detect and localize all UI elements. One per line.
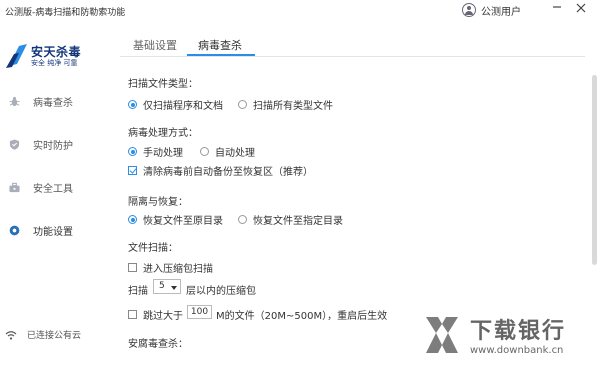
active-tab-indicator: [187, 54, 255, 56]
watermark-logo-icon: [426, 317, 458, 353]
app-logo: 安天杀毒 安全 纯净 可靠: [5, 42, 95, 72]
radio-label: 仅扫描程序和文档: [143, 101, 223, 112]
minimize-button[interactable]: [548, 0, 566, 18]
radio-scan-programs-docs[interactable]: 仅扫描程序和文档: [128, 97, 223, 112]
archive-depth-suffix: 层以内的压缩包: [186, 286, 256, 297]
section-title-next: 安腐毒查杀：: [128, 339, 188, 350]
bug-icon: [9, 96, 20, 106]
cloud-status: 已连接公有云: [5, 328, 81, 341]
radio-restore-specified[interactable]: 恢复文件至指定目录: [238, 212, 343, 227]
user-icon: [462, 3, 476, 17]
sidebar-item-label: 病毒查杀: [33, 97, 73, 109]
user-menu[interactable]: 公测用户: [462, 0, 521, 20]
radio-manual-handling[interactable]: 手动处理: [128, 144, 183, 159]
skip-size-input[interactable]: 100: [187, 305, 212, 319]
close-icon: [576, 3, 586, 13]
checkbox-label: 清除病毒前自动备份至恢复区（推荐）: [143, 167, 313, 178]
scrollbar[interactable]: [592, 75, 597, 265]
sidebar-item-virus-scan[interactable]: 病毒查杀: [0, 91, 100, 111]
tab-virus-scan[interactable]: 病毒查杀: [198, 37, 242, 53]
radio-button[interactable]: [128, 100, 137, 109]
watermark-url: www.downbank.cn: [470, 345, 564, 356]
radio-button[interactable]: [238, 100, 247, 109]
radio-label: 扫描所有类型文件: [253, 101, 333, 112]
sidebar-item-security-tools[interactable]: 安全工具: [0, 177, 100, 197]
radio-label: 手动处理: [143, 148, 183, 159]
logo-icon: [6, 44, 27, 68]
minimize-icon: [553, 6, 561, 8]
sidebar-item-label: 安全工具: [33, 183, 73, 195]
cloud-status-text: 已连接公有云: [27, 331, 82, 341]
radio-button[interactable]: [128, 215, 137, 224]
gear-icon: [9, 225, 20, 235]
radio-scan-all-files[interactable]: 扫描所有类型文件: [238, 97, 333, 112]
skip-size-suffix: M的文件（20M~500M），重启后生效: [216, 311, 388, 322]
sidebar: 安天杀毒 安全 纯净 可靠 病毒查杀 实时防护 安全工具 功能设置: [0, 22, 100, 367]
window-title: 公测版-病毒扫描和防勒索功能: [5, 8, 126, 18]
checkbox-label: 进入压缩包扫描: [143, 264, 213, 275]
radio-button[interactable]: [128, 147, 137, 156]
sidebar-item-settings[interactable]: 功能设置: [0, 220, 100, 240]
radio-label: 自动处理: [215, 148, 255, 159]
radio-label: 恢复文件至指定目录: [253, 216, 343, 227]
close-button[interactable]: [572, 0, 590, 18]
section-title-quarantine: 隔离与恢复：: [128, 197, 188, 208]
radio-auto-handling[interactable]: 自动处理: [200, 144, 255, 159]
archive-depth-prefix: 扫描: [128, 286, 148, 297]
chevron-down-icon: [171, 286, 177, 290]
checkbox[interactable]: [128, 263, 137, 272]
section-title-scan-types: 扫描文件类型：: [128, 79, 198, 90]
checkbox-label: 跳过大于: [143, 311, 183, 322]
checkbox[interactable]: [128, 310, 137, 319]
checkbox-auto-backup[interactable]: 清除病毒前自动备份至恢复区（推荐）: [128, 163, 313, 178]
archive-depth-value: 5: [159, 281, 165, 291]
tab-basic-settings[interactable]: 基础设置: [133, 37, 177, 53]
checkbox-skip-large-files[interactable]: 跳过大于: [128, 307, 183, 322]
section-title-virus-handling: 病毒处理方式：: [128, 128, 198, 139]
wifi-icon: [5, 330, 17, 340]
radio-restore-original[interactable]: 恢复文件至原目录: [128, 212, 223, 227]
tab-divider: [120, 56, 585, 57]
sidebar-item-label: 功能设置: [33, 226, 73, 238]
sidebar-item-label: 实时防护: [33, 140, 73, 152]
radio-button[interactable]: [238, 215, 247, 224]
checkbox-scan-archives[interactable]: 进入压缩包扫描: [128, 260, 213, 275]
checkbox[interactable]: [128, 166, 137, 175]
radio-label: 恢复文件至原目录: [143, 216, 223, 227]
section-title-file-scan: 文件扫描：: [128, 243, 178, 254]
radio-button[interactable]: [200, 147, 209, 156]
brand-slogan: 安全 纯净 可靠: [31, 59, 78, 67]
toolbox-icon: [9, 182, 20, 192]
archive-depth-select[interactable]: 5: [153, 279, 181, 294]
user-name: 公测用户: [481, 6, 521, 18]
shield-icon: [9, 138, 20, 150]
sidebar-item-realtime-protection[interactable]: 实时防护: [0, 134, 100, 154]
watermark-name: 下载银行: [470, 319, 567, 344]
